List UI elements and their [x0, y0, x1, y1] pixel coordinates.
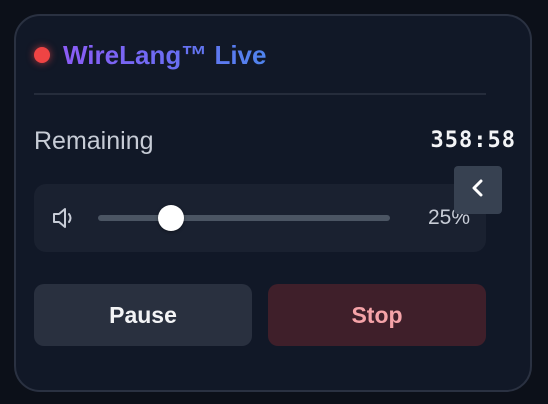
collapse-panel-button[interactable]: [454, 166, 502, 214]
remaining-time: 358:58: [430, 128, 516, 153]
volume-slider-thumb[interactable]: [158, 205, 184, 231]
speaker-icon[interactable]: [51, 206, 77, 230]
volume-slider-track[interactable]: [98, 215, 390, 221]
pause-button[interactable]: Pause: [34, 284, 252, 346]
live-indicator-dot: [34, 47, 50, 63]
session-title: WireLang™ Live: [63, 39, 267, 70]
card-header: WireLang™ Live: [34, 38, 486, 72]
stop-button[interactable]: Stop: [268, 284, 486, 346]
chevron-left-icon: [471, 179, 485, 202]
volume-panel: 25%: [34, 184, 486, 252]
remaining-label: Remaining: [34, 127, 154, 155]
header-divider: [34, 93, 486, 95]
